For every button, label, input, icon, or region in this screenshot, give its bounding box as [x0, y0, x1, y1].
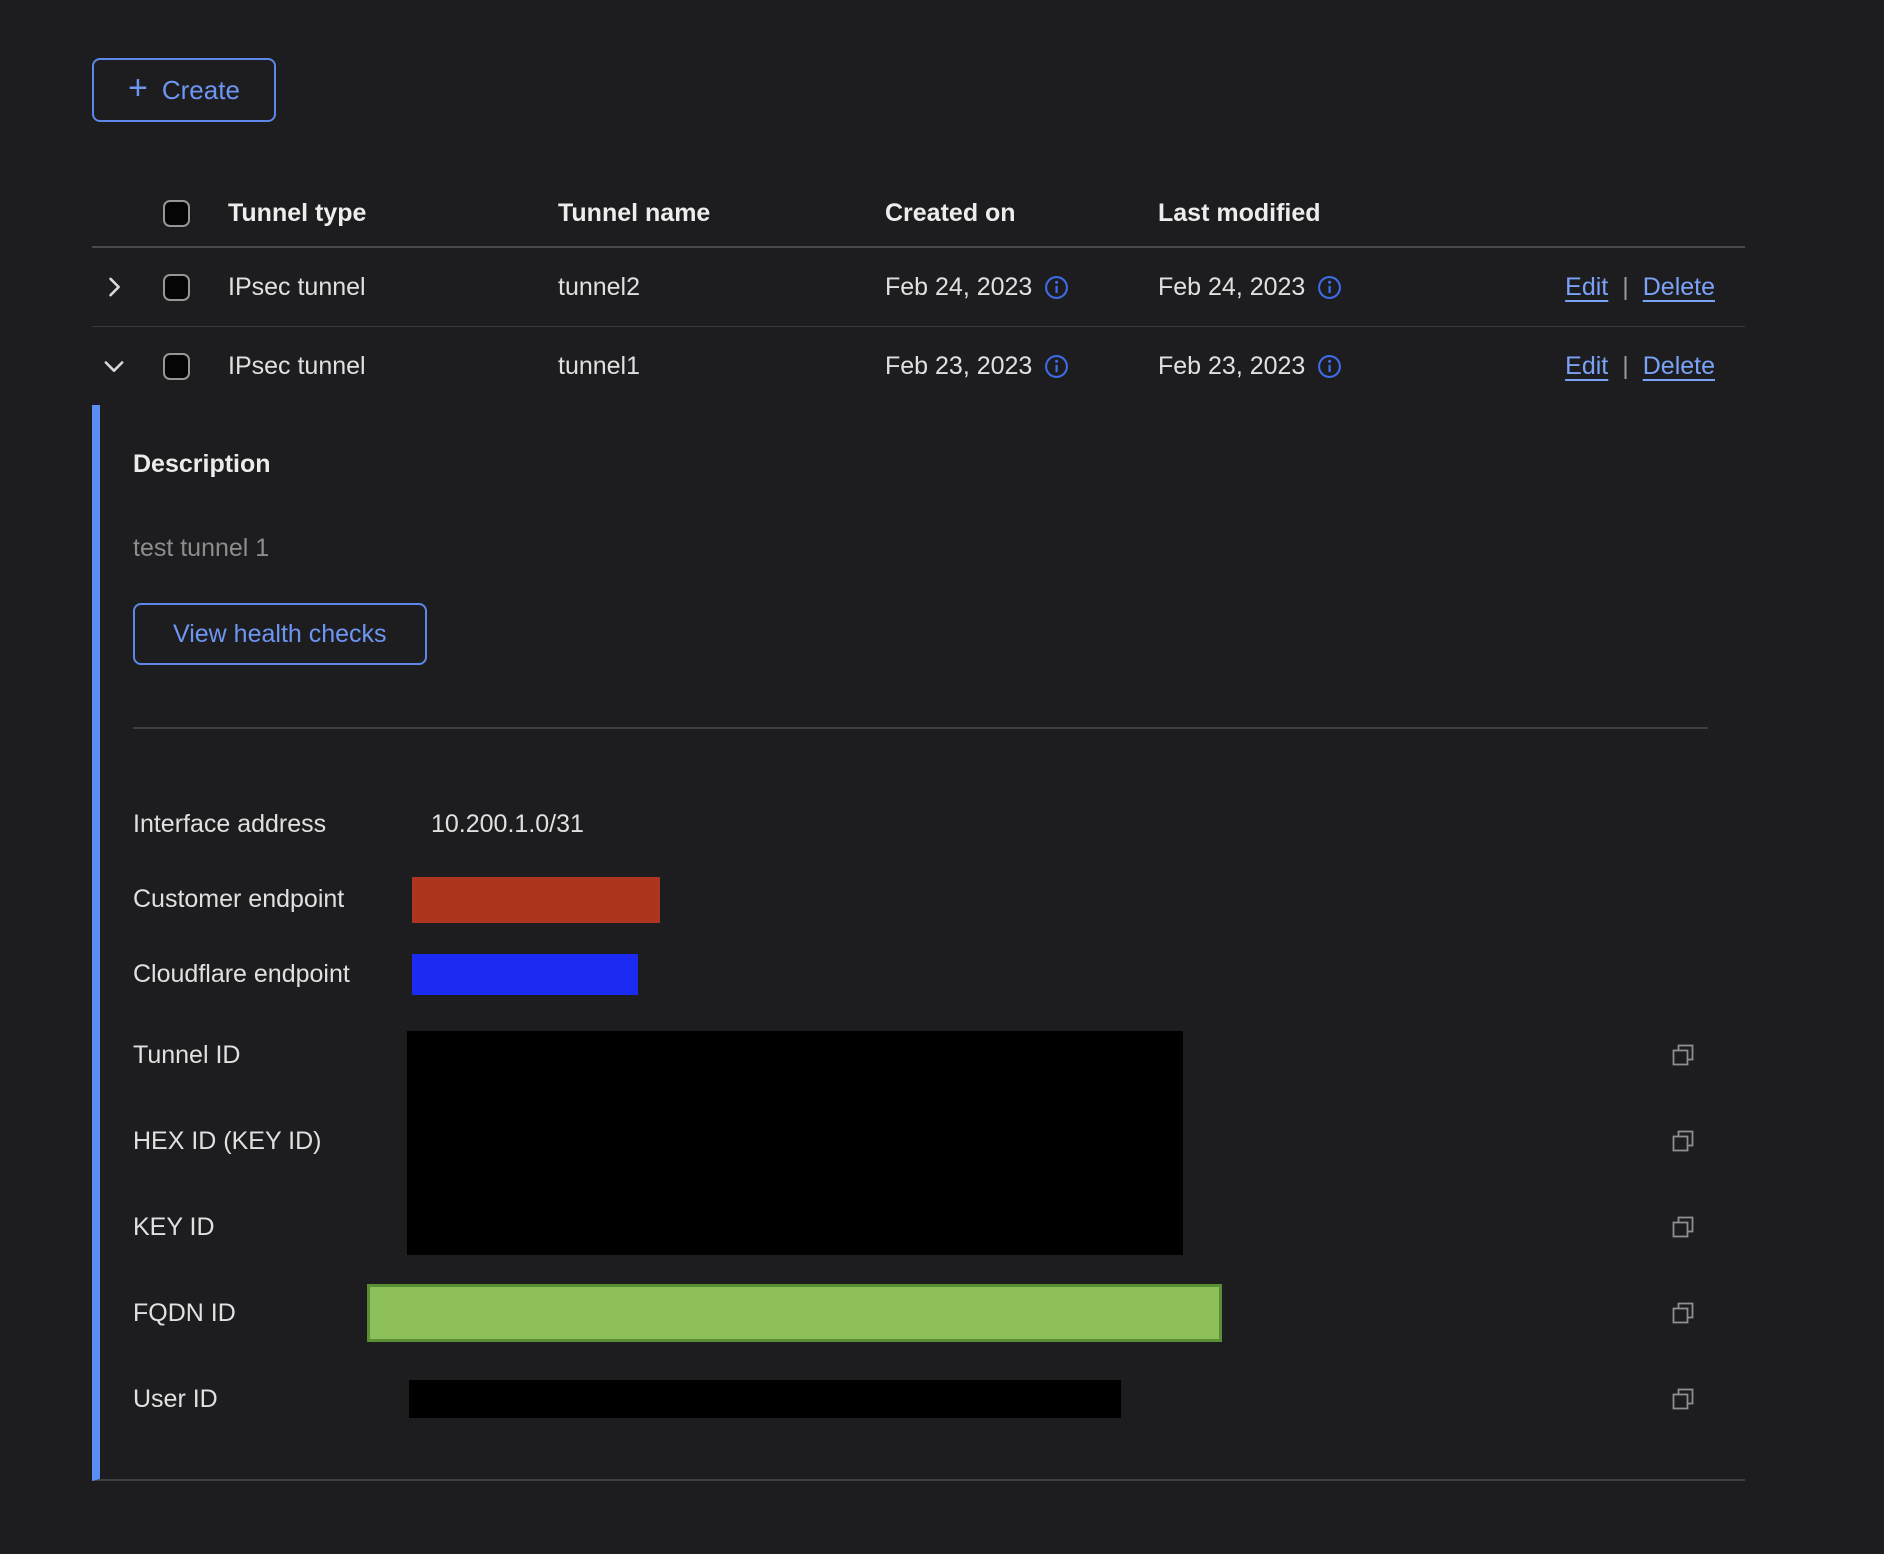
row-expand-cell [92, 352, 152, 380]
user-id-redaction [409, 1380, 1121, 1418]
user-id-label: User ID [133, 1385, 218, 1414]
last-modified-value: Feb 24, 2023 [1158, 273, 1305, 302]
copy-icon[interactable] [1670, 1128, 1696, 1154]
info-icon[interactable] [1317, 354, 1342, 379]
row-expand-cell [92, 273, 152, 301]
copy-icon[interactable] [1670, 1386, 1696, 1412]
create-button[interactable]: + Create [92, 58, 276, 122]
info-icon[interactable] [1317, 275, 1342, 300]
row-checkbox[interactable] [163, 274, 190, 301]
edit-link[interactable]: Edit [1565, 352, 1608, 381]
table-header-row: Tunnel type Tunnel name Created on Last … [92, 180, 1745, 248]
row-checkbox-cell [152, 353, 228, 380]
tunnel-name-value: tunnel1 [558, 352, 885, 381]
header-last-modified: Last modified [1158, 199, 1430, 228]
header-tunnel-type: Tunnel type [228, 199, 558, 228]
table-row-tunnel1: IPsec tunnel tunnel1 Feb 23, 2023 Feb 23… [92, 327, 1745, 405]
endpoint-fields: Interface address 10.200.1.0/31 Customer… [133, 787, 1745, 1012]
customer-endpoint-redaction [412, 877, 660, 923]
tunnel-type-value: IPsec tunnel [228, 352, 558, 381]
copy-icon[interactable] [1670, 1300, 1696, 1326]
created-on-cell: Feb 24, 2023 [885, 273, 1158, 302]
ids-redaction-block [407, 1031, 1183, 1255]
table-row-tunnel2: IPsec tunnel tunnel2 Feb 24, 2023 Feb 24… [92, 248, 1745, 327]
expanded-tunnel-panel: Description test tunnel 1 View health ch… [92, 405, 1745, 1481]
hex-id-label: HEX ID (KEY ID) [133, 1127, 321, 1156]
cloudflare-endpoint-label: Cloudflare endpoint [133, 960, 412, 989]
tunnels-table: Tunnel type Tunnel name Created on Last … [92, 180, 1745, 1481]
chevron-right-icon[interactable] [100, 273, 128, 301]
row-actions: Edit | Delete [1430, 352, 1745, 381]
edit-link[interactable]: Edit [1565, 273, 1608, 302]
header-created-on: Created on [885, 199, 1158, 228]
page-content: + Create Tunnel type Tunnel name Created… [92, 0, 1745, 1481]
row-checkbox-cell [152, 274, 228, 301]
fqdn-id-label: FQDN ID [133, 1299, 236, 1328]
create-button-label: Create [162, 75, 240, 106]
action-separator: | [1622, 273, 1629, 302]
plus-icon: + [128, 71, 148, 105]
key-id-label: KEY ID [133, 1213, 215, 1242]
tunnel-name-value: tunnel2 [558, 273, 885, 302]
header-tunnel-name: Tunnel name [558, 199, 885, 228]
select-all-checkbox[interactable] [163, 200, 190, 227]
last-modified-cell: Feb 23, 2023 [1158, 352, 1430, 381]
created-on-cell: Feb 23, 2023 [885, 352, 1158, 381]
header-checkbox-cell [152, 200, 228, 227]
description-label: Description [133, 449, 1745, 479]
info-icon[interactable] [1044, 275, 1069, 300]
fqdn-id-redaction [367, 1284, 1222, 1342]
tunnel-id-label: Tunnel ID [133, 1041, 240, 1070]
tunnel-type-value: IPsec tunnel [228, 273, 558, 302]
interface-address-label: Interface address [133, 810, 412, 839]
copy-icon[interactable] [1670, 1042, 1696, 1068]
description-value: test tunnel 1 [133, 533, 1745, 563]
delete-link[interactable]: Delete [1643, 273, 1715, 302]
info-icon[interactable] [1044, 354, 1069, 379]
customer-endpoint-label: Customer endpoint [133, 885, 412, 914]
id-fields: Tunnel ID HEX ID (KEY ID) KEY ID [133, 1012, 1745, 1442]
cloudflare-endpoint-redaction [412, 954, 638, 995]
copy-icon[interactable] [1670, 1214, 1696, 1240]
customer-endpoint-row: Customer endpoint [133, 862, 1745, 937]
action-separator: | [1622, 352, 1629, 381]
interface-address-row: Interface address 10.200.1.0/31 [133, 787, 1745, 862]
created-on-value: Feb 24, 2023 [885, 273, 1032, 302]
view-health-checks-button[interactable]: View health checks [133, 603, 427, 665]
chevron-down-icon[interactable] [100, 352, 128, 380]
cloudflare-endpoint-row: Cloudflare endpoint [133, 937, 1745, 1012]
last-modified-cell: Feb 24, 2023 [1158, 273, 1430, 302]
row-actions: Edit | Delete [1430, 273, 1745, 302]
row-checkbox[interactable] [163, 353, 190, 380]
last-modified-value: Feb 23, 2023 [1158, 352, 1305, 381]
interface-address-value: 10.200.1.0/31 [431, 810, 584, 839]
created-on-value: Feb 23, 2023 [885, 352, 1032, 381]
tunnels-page: + Create Tunnel type Tunnel name Created… [0, 0, 1884, 1554]
panel-divider [133, 727, 1708, 729]
delete-link[interactable]: Delete [1643, 352, 1715, 381]
